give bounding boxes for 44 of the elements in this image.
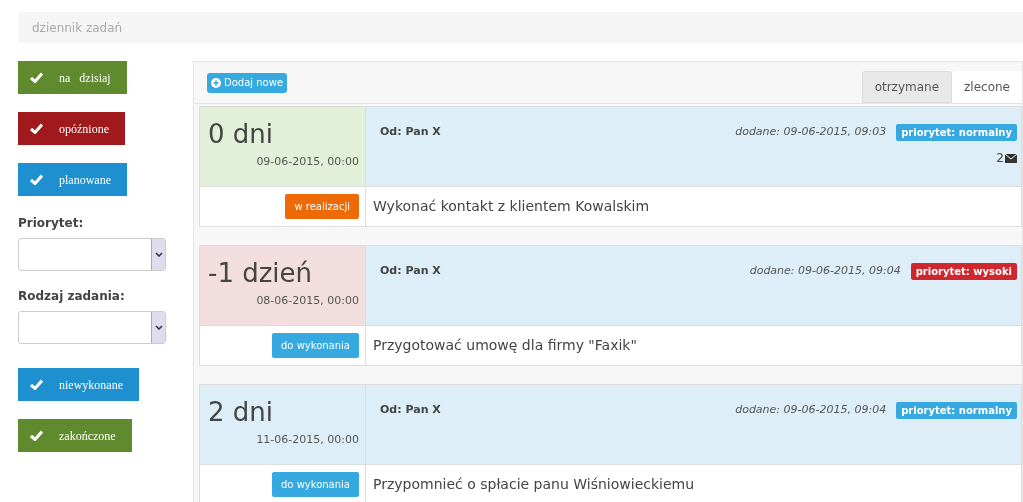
checkmark-icon: [30, 174, 43, 185]
filter-button[interactable]: na dzisiaj: [18, 61, 127, 94]
deadline-date: 09-06-2015, 00:00: [256, 154, 359, 170]
filter-button[interactable]: niewykonane: [18, 368, 139, 401]
checkmark-icon: [30, 430, 43, 441]
sender-label: Od: Pan X: [380, 402, 441, 419]
chevron-down-icon: [154, 325, 163, 330]
select-label: Rodzaj zadania:: [18, 288, 126, 305]
tab[interactable]: zlecone: [952, 71, 1022, 103]
checkmark-icon: [30, 72, 43, 83]
task-title: Przypomnieć o spłacie panu Wiśniowieckiemu: [373, 475, 695, 494]
dropdown-select[interactable]: [18, 238, 166, 271]
plus-circle-icon: [211, 77, 221, 88]
status-button[interactable]: w realizacji: [285, 194, 359, 219]
status-button[interactable]: do wykonania: [272, 472, 359, 497]
task-title: Przygotować umowę dla firmy "Faxik": [373, 336, 637, 355]
days-left: 0 dni: [208, 118, 273, 151]
breadcrumb-text: dziennik zadań: [32, 19, 123, 37]
priority-badge: priorytet: normalny: [896, 124, 1017, 141]
add-new-button[interactable]: Dodaj nowe: [207, 72, 288, 93]
filter-button[interactable]: opóźnione: [18, 112, 125, 145]
tab[interactable]: otrzymane: [861, 71, 953, 103]
days-left: -1 dzień: [208, 257, 313, 290]
priority-badge: priorytet: wysoki: [910, 263, 1017, 280]
task-title: Wykonać kontakt z klientem Kowalskim: [373, 197, 650, 216]
deadline-date: 11-06-2015, 00:00: [256, 432, 359, 448]
deadline-date: 08-06-2015, 00:00: [256, 293, 359, 309]
message-count: 2: [996, 150, 1004, 167]
added-date: dodane: 09-06-2015, 09:03: [735, 124, 887, 141]
priority-badge: priorytet: normalny: [896, 402, 1017, 419]
checkmark-icon: [30, 123, 43, 134]
sender-label: Od: Pan X: [380, 263, 441, 280]
days-left: 2 dni: [208, 396, 273, 429]
added-date: dodane: 09-06-2015, 09:04: [735, 402, 887, 419]
select-label: Priorytet:: [18, 215, 85, 232]
checkmark-icon: [30, 379, 43, 390]
filter-button[interactable]: planowane: [18, 163, 127, 196]
dropdown-select[interactable]: [18, 311, 166, 344]
sender-label: Od: Pan X: [380, 124, 441, 141]
chevron-down-icon: [154, 252, 163, 257]
envelope-icon: [1005, 153, 1017, 163]
added-date: dodane: 09-06-2015, 09:04: [749, 263, 901, 280]
status-button[interactable]: do wykonania: [272, 333, 359, 358]
filter-button[interactable]: zakończone: [18, 419, 132, 452]
